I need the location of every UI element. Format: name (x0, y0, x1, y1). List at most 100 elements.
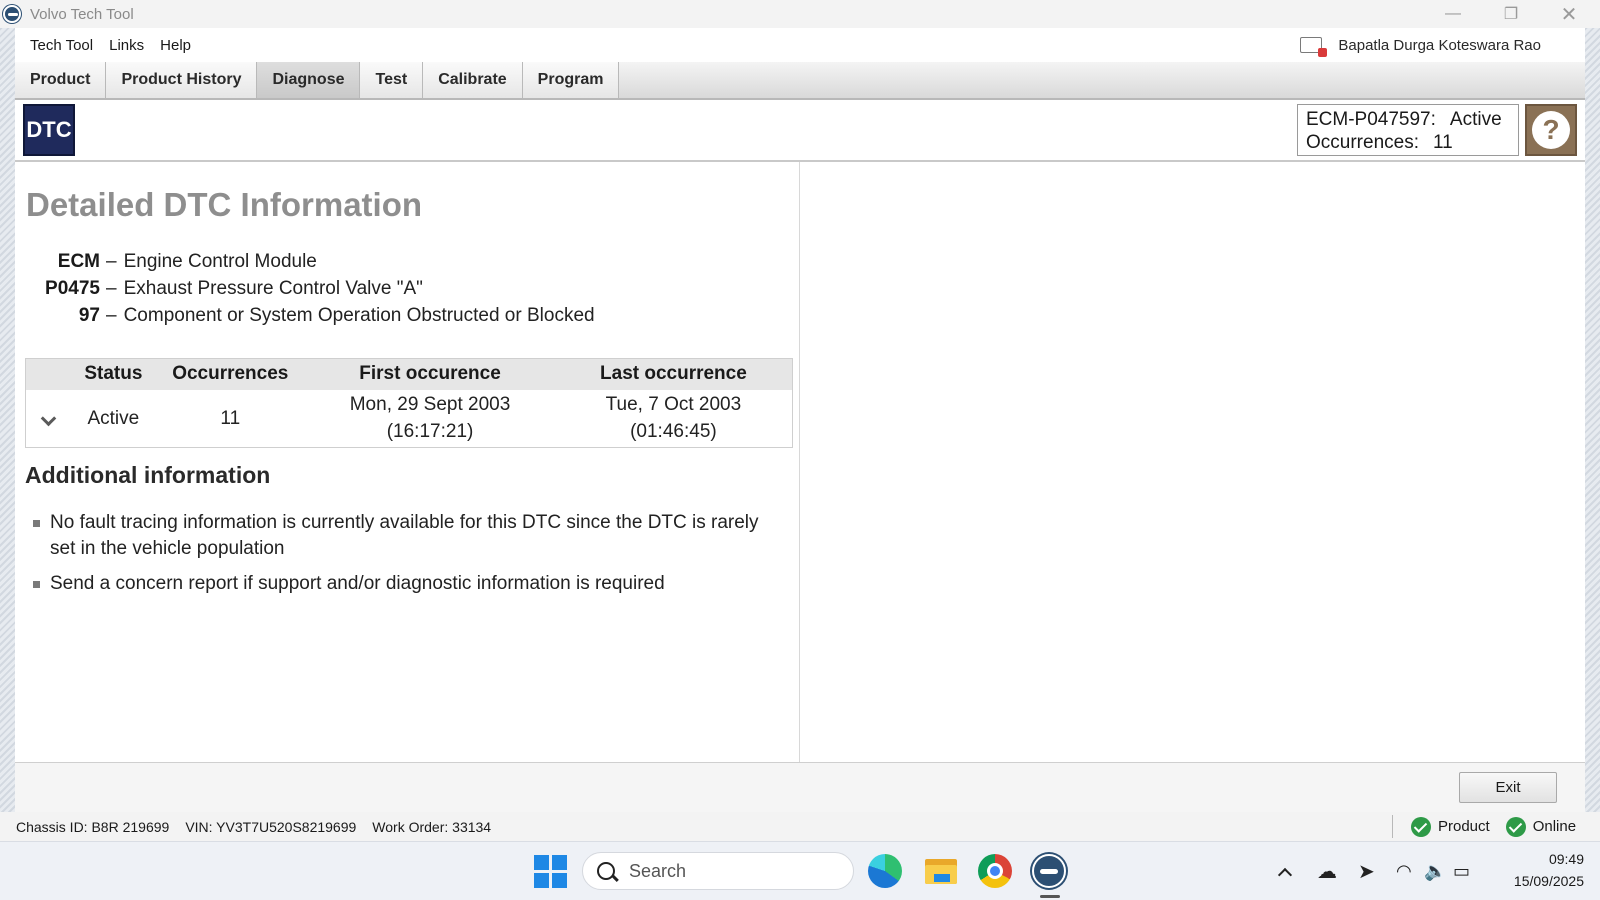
table-header-status: Status (71, 358, 156, 390)
volvo-tech-tool-icon (3, 5, 21, 23)
last-occurrence-date: Tue, 7 Oct 2003 (605, 394, 742, 416)
dtc-occurrence-table: Status Occurrences First occurence Last … (25, 358, 793, 448)
tab-product-history[interactable]: Product History (106, 62, 258, 98)
dtc-definitions: ECM – Engine Control Module P0475 – Exha… (26, 248, 595, 329)
table-header-expand (25, 358, 72, 390)
definition-row: P0475 – Exhaust Pressure Control Valve "… (26, 275, 595, 302)
definition-row: 97 – Component or System Operation Obstr… (26, 302, 595, 329)
definition-description: Component or System Operation Obstructed… (123, 304, 595, 326)
table-row[interactable]: Active 11 Mon, 29 Sept 2003 (16:17:21) T… (26, 390, 793, 448)
cell-status: Active (87, 407, 140, 429)
ecm-status: Active (1449, 109, 1502, 130)
minimize-button[interactable]: — (1424, 0, 1482, 28)
chevron-down-icon (40, 410, 57, 427)
work-order: Work Order: 33134 (372, 818, 492, 835)
cell-occurrences: 11 (220, 407, 241, 429)
window-title: Volvo Tech Tool (30, 5, 134, 23)
tab-program[interactable]: Program (522, 62, 620, 98)
list-item: No fault tracing information is currentl… (33, 510, 773, 562)
edge-browser-icon[interactable] (868, 854, 902, 888)
bullet-icon (33, 581, 40, 588)
question-mark-icon: ? (1532, 111, 1570, 149)
tab-diagnose[interactable]: Diagnose (257, 62, 361, 98)
frame-border-left (0, 28, 15, 813)
location-icon[interactable]: ➤ (1358, 842, 1375, 900)
last-occurrence-time: (01:46:45) (630, 421, 717, 443)
show-hidden-icons-button[interactable] (1277, 842, 1293, 900)
cell-last-occurrence: Tue, 7 Oct 2003 (01:46:45) (555, 390, 793, 448)
definition-description: Exhaust Pressure Control Valve "A" (123, 277, 423, 299)
clock-time: 09:49 (1548, 851, 1584, 867)
dtc-detail-pane: Detailed DTC Information ECM – Engine Co… (15, 162, 800, 762)
menu-item-links[interactable]: Links (101, 37, 152, 54)
definition-dash: – (106, 250, 117, 272)
dtc-header: DTC ECM-P047597: Active Occurrences: 11 … (15, 100, 1585, 162)
cloud-sync-icon[interactable]: ☁ (1317, 842, 1337, 900)
taskbar-clock[interactable]: 09:49 15/09/2025 (1490, 848, 1584, 892)
taskbar-search[interactable]: Search (582, 852, 854, 890)
table-header-occurrences: Occurrences (155, 358, 306, 390)
ecm-summary-box: ECM-P047597: Active Occurrences: 11 (1297, 104, 1519, 156)
status-divider (1392, 815, 1393, 838)
first-occurrence-time: (16:17:21) (386, 421, 474, 443)
chassis-id: Chassis ID: B8R 219699 (16, 818, 170, 835)
frame-border-right (1585, 28, 1600, 813)
volvo-tech-tool-taskbar-icon[interactable] (1032, 854, 1066, 888)
ecm-code: ECM-P047597: (1306, 109, 1436, 130)
active-app-indicator (1040, 895, 1060, 898)
search-placeholder: Search (629, 860, 687, 881)
list-item-text: Send a concern report if support and/or … (50, 573, 665, 594)
status-bar: Chassis ID: B8R 219699 VIN: YV3T7U520S82… (0, 812, 1600, 841)
list-item-text: No fault tracing information is currentl… (50, 512, 759, 559)
vin: VIN: YV3T7U520S8219699 (185, 818, 357, 835)
definition-dash: – (106, 277, 117, 299)
search-icon (597, 862, 615, 880)
windows-start-icon[interactable] (533, 854, 567, 888)
dtc-badge-icon: DTC (23, 104, 75, 156)
list-item: Send a concern report if support and/or … (33, 571, 773, 597)
connection-status: Product Online (1411, 812, 1592, 841)
volume-icon[interactable]: 🔈 (1424, 842, 1446, 900)
file-explorer-icon[interactable] (924, 854, 958, 888)
windows-taskbar: Search ☁ ➤ ◠ 🔈 ▭ 09:49 15/09/2025 (0, 841, 1600, 900)
help-button[interactable]: ? (1525, 104, 1577, 156)
button-footer: Exit (15, 762, 1585, 812)
additional-info-list: No fault tracing information is currentl… (33, 510, 773, 606)
check-circle-icon (1411, 816, 1431, 837)
user-name: Bapatla Durga Koteswara Rao (1338, 36, 1541, 54)
additional-info-heading: Additional information (25, 462, 271, 488)
definition-dash: – (106, 304, 117, 326)
close-button[interactable]: ✕ (1540, 0, 1598, 28)
tab-bar: Product Product History Diagnose Test Ca… (15, 62, 1585, 100)
table-header-last-occurrence: Last occurrence (554, 358, 793, 390)
expand-row-toggle[interactable] (26, 390, 72, 448)
occurrences-value: 11 (1432, 132, 1453, 153)
online-status-label: Online (1532, 818, 1577, 835)
tab-calibrate[interactable]: Calibrate (423, 62, 523, 98)
maximize-button[interactable]: ❐ (1482, 0, 1540, 28)
battery-icon[interactable]: ▭ (1453, 842, 1470, 900)
occurrences-label: Occurrences: (1306, 132, 1419, 153)
definition-code: P0475 (45, 277, 100, 299)
chevron-up-icon (1277, 867, 1293, 882)
tab-test[interactable]: Test (360, 62, 424, 98)
bullet-icon (33, 520, 40, 527)
title-bar: Volvo Tech Tool — ❐ ✕ (0, 0, 1600, 28)
table-header-first-occurrence: First occurence (305, 358, 555, 390)
chrome-browser-icon[interactable] (978, 854, 1012, 888)
exit-button[interactable]: Exit (1459, 772, 1557, 803)
user-area[interactable]: Bapatla Durga Koteswara Rao (1300, 28, 1541, 62)
definition-row: ECM – Engine Control Module (26, 248, 595, 275)
check-circle-icon (1505, 816, 1526, 837)
wifi-icon[interactable]: ◠ (1396, 842, 1412, 900)
menu-item-tech-tool[interactable]: Tech Tool (22, 37, 101, 54)
first-occurrence-date: Mon, 29 Sept 2003 (349, 394, 511, 416)
definition-code: ECM (57, 250, 100, 272)
clock-date: 15/09/2025 (1513, 873, 1584, 889)
cell-first-occurrence: Mon, 29 Sept 2003 (16:17:21) (305, 390, 555, 448)
tab-product[interactable]: Product (15, 62, 107, 98)
menu-item-help[interactable]: Help (152, 37, 199, 54)
table-header-row: Status Occurrences First occurence Last … (25, 358, 793, 390)
menu-bar: Tech Tool Links Help Bapatla Durga Kotes… (15, 28, 1585, 62)
product-status-label: Product (1438, 818, 1490, 835)
